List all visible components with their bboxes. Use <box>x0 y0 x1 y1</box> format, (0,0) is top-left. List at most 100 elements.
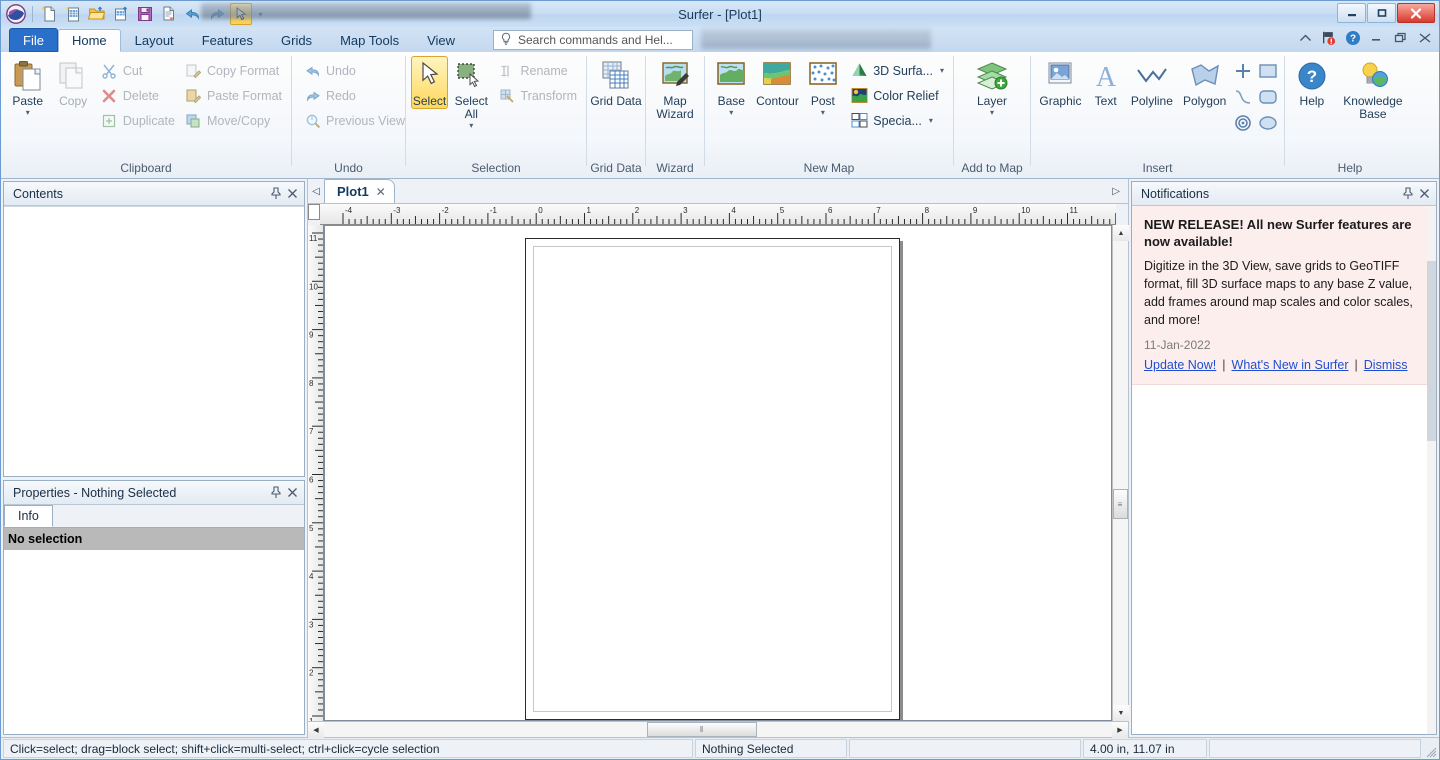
save-icon[interactable] <box>134 3 156 25</box>
graphic-button[interactable]: Graphic <box>1036 56 1085 109</box>
mdi-restore-icon[interactable] <box>1393 29 1409 47</box>
help-button[interactable]: ? Help <box>1290 56 1334 109</box>
tab-info[interactable]: Info <box>4 505 53 527</box>
properties-pin-icon[interactable] <box>268 485 284 501</box>
ribbon-tab-grids[interactable]: Grids <box>267 29 326 52</box>
cut-button[interactable]: Cut <box>97 59 179 82</box>
paste-format-button[interactable]: Paste Format <box>181 84 286 107</box>
hscroll-right-arrow[interactable]: ▶ <box>1112 722 1128 738</box>
notifications-scroll-thumb[interactable] <box>1427 261 1436 441</box>
plot-vertical-scrollbar[interactable]: ▲ ≡ ▼ <box>1112 225 1128 721</box>
properties-content-area[interactable] <box>4 550 304 734</box>
dismiss-link[interactable]: Dismiss <box>1364 358 1408 372</box>
rectangle-shape-icon[interactable] <box>1257 60 1279 82</box>
3d-surface-dropdown-caret[interactable]: ▾ <box>940 67 944 75</box>
select-all-button[interactable]: Select All ▾ <box>450 56 492 131</box>
hscroll-thumb[interactable]: ‖ <box>647 722 757 737</box>
select-button[interactable]: Select <box>411 56 448 109</box>
notifications-list[interactable]: NEW RELEASE! All new Surfer features are… <box>1132 206 1436 734</box>
ribbon-tab-map-tools[interactable]: Map Tools <box>326 29 413 52</box>
copy-button[interactable]: Copy <box>51 56 94 109</box>
undo-button[interactable]: Undo <box>300 59 409 82</box>
transform-button[interactable]: Transform <box>495 84 582 107</box>
color-relief-button[interactable]: Color Relief <box>847 84 948 107</box>
hscroll-track[interactable]: ‖ <box>324 722 1112 737</box>
hscroll-left-arrow[interactable]: ◀ <box>308 722 324 738</box>
contents-tree-view[interactable] <box>4 206 304 476</box>
rounded-rect-shape-icon[interactable] <box>1257 86 1279 108</box>
contents-pin-icon[interactable] <box>268 186 284 202</box>
special-map-button[interactable]: Specia... ▾ <box>847 109 948 132</box>
contents-close-icon[interactable] <box>284 186 300 202</box>
ribbon-tab-view[interactable]: View <box>413 29 469 52</box>
paste-dropdown-caret[interactable]: ▾ <box>26 109 30 117</box>
window-resize-grip[interactable] <box>1423 739 1437 758</box>
move-copy-button[interactable]: Move/Copy <box>181 109 286 132</box>
rename-button[interactable]: Rename <box>495 59 582 82</box>
select-all-dropdown-caret[interactable]: ▾ <box>469 122 473 130</box>
properties-close-icon[interactable] <box>284 485 300 501</box>
plot-canvas[interactable] <box>324 225 1112 721</box>
target-shape-icon[interactable] <box>1232 112 1254 134</box>
document-tab-plot1[interactable]: Plot1 ✕ <box>324 179 395 203</box>
3d-surface-button[interactable]: 3D Surfa... ▾ <box>847 59 948 82</box>
document-tab-prev-button[interactable]: ◁ <box>308 186 324 197</box>
ellipse-shape-icon[interactable] <box>1257 112 1279 134</box>
notification-card[interactable]: NEW RELEASE! All new Surfer features are… <box>1132 206 1436 385</box>
whats-new-link[interactable]: What's New in Surfer <box>1232 358 1349 372</box>
duplicate-button[interactable]: Duplicate <box>97 109 179 132</box>
base-map-button[interactable]: Base ▾ <box>710 56 752 118</box>
previous-view-button[interactable]: Previous View <box>300 109 409 132</box>
special-map-dropdown-caret[interactable]: ▾ <box>929 117 933 125</box>
notifications-scrollbar[interactable] <box>1427 206 1436 734</box>
plot-page[interactable] <box>525 238 900 720</box>
window-minimize-button[interactable] <box>1337 3 1366 23</box>
polyline-button[interactable]: Polyline <box>1127 56 1178 109</box>
ribbon-tab-layout[interactable]: Layout <box>121 29 188 52</box>
knowledge-base-button[interactable]: Knowledge Base <box>1336 56 1410 122</box>
plus-shape-icon[interactable] <box>1232 60 1254 82</box>
mdi-close-icon[interactable] <box>1417 29 1433 47</box>
window-restore-button[interactable] <box>1367 3 1396 23</box>
grid-data-button[interactable]: Grid Data <box>588 56 644 109</box>
base-map-dropdown-caret[interactable]: ▾ <box>729 109 733 117</box>
paste-button[interactable]: Paste ▾ <box>6 56 49 118</box>
mdi-minimize-icon[interactable] <box>1369 29 1385 47</box>
redo-button[interactable]: Redo <box>300 84 409 107</box>
polygon-button[interactable]: Polygon <box>1179 56 1230 109</box>
plot-horizontal-scrollbar[interactable]: ◀ ‖ ▶ <box>308 721 1128 737</box>
delete-button[interactable]: Delete <box>97 84 179 107</box>
text-button[interactable]: A Text <box>1087 56 1125 109</box>
vscroll-thumb[interactable]: ≡ <box>1113 489 1128 519</box>
surfer-logo-icon[interactable] <box>5 3 27 25</box>
ribbon-tab-home[interactable]: Home <box>58 29 121 52</box>
vertical-ruler[interactable]: 11109876543210 <box>308 225 324 721</box>
ribbon-tab-file[interactable]: File <box>9 28 58 52</box>
document-tab-next-button[interactable]: ▷ <box>1112 186 1120 197</box>
contour-map-button[interactable]: Contour <box>754 56 800 109</box>
new-worksheet-icon[interactable] <box>62 3 84 25</box>
export-icon[interactable] <box>158 3 180 25</box>
search-input[interactable]: Search commands and Hel... <box>493 30 693 50</box>
open-worksheet-icon[interactable] <box>110 3 132 25</box>
post-map-dropdown-caret[interactable]: ▾ <box>821 109 825 117</box>
notifications-close-icon[interactable] <box>1416 186 1432 202</box>
vscroll-track[interactable]: ≡ <box>1113 241 1128 705</box>
new-plot-icon[interactable] <box>38 3 60 25</box>
vscroll-up-arrow[interactable]: ▲ <box>1113 225 1129 241</box>
map-wizard-button[interactable]: Map Wizard <box>647 56 703 122</box>
help-circle-icon[interactable]: ? <box>1345 29 1361 47</box>
post-map-button[interactable]: Post ▾ <box>803 56 844 118</box>
ribbon-collapse-icon[interactable] <box>1297 29 1313 47</box>
notifications-pin-icon[interactable] <box>1400 186 1416 202</box>
layer-button[interactable]: Layer ▾ <box>964 56 1020 118</box>
copy-format-button[interactable]: Copy Format <box>181 59 286 82</box>
layer-dropdown-caret[interactable]: ▾ <box>990 109 994 117</box>
update-now-link[interactable]: Update Now! <box>1144 358 1216 372</box>
vscroll-down-arrow[interactable]: ▼ <box>1113 705 1129 721</box>
window-close-button[interactable] <box>1397 3 1435 23</box>
horizontal-ruler[interactable]: -4-3-2-1012345678910111213 <box>320 204 1116 225</box>
flag-notification-icon[interactable] <box>1321 29 1337 47</box>
open-icon[interactable] <box>86 3 108 25</box>
spline-shape-icon[interactable] <box>1232 86 1254 108</box>
